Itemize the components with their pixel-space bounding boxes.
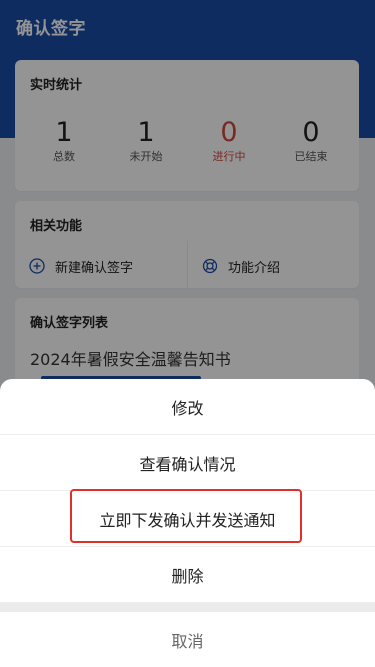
edit-action[interactable]: 修改 [0,379,375,435]
highlight-box [70,489,302,543]
sheet-separator [0,603,375,612]
view-confirmation-action[interactable]: 查看确认情况 [0,435,375,491]
cancel-button[interactable]: 取消 [0,612,375,667]
delete-action[interactable]: 删除 [0,547,375,603]
